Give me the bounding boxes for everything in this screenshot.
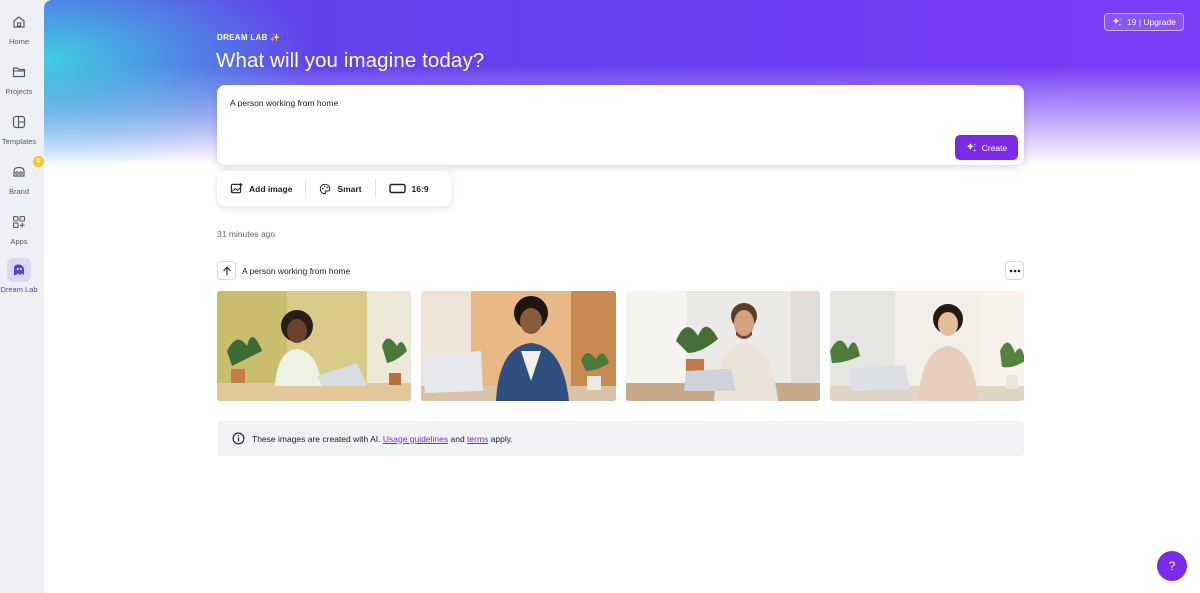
more-icon: [1009, 269, 1020, 272]
history-timestamp: 31 minutes ago: [217, 229, 276, 239]
main-panel: 19 | Upgrade DREAM LAB ✨ What will you i…: [44, 0, 1200, 593]
notice-text: These images are created with AI.: [252, 433, 381, 444]
add-image-button[interactable]: Add image: [217, 171, 305, 206]
upgrade-label: 19 | Upgrade: [1127, 17, 1176, 27]
notice-text: apply.: [490, 433, 513, 444]
result-prompt-text: A person working from home: [242, 266, 351, 276]
sidebar-item-label: Home: [8, 37, 29, 46]
terms-link[interactable]: terms: [467, 434, 488, 444]
result-header: A person working from home: [217, 261, 1024, 281]
style-label: Smart: [337, 183, 362, 194]
create-button[interactable]: Create: [955, 135, 1018, 160]
generated-image[interactable]: [217, 291, 412, 401]
info-icon: [232, 432, 245, 445]
upgrade-button[interactable]: 19 | Upgrade: [1104, 13, 1184, 31]
sidebar-item-label: Brand: [8, 187, 29, 196]
create-label: Create: [981, 142, 1008, 153]
arrow-up-icon: [222, 266, 231, 276]
aspect-ratio-icon: [388, 183, 406, 194]
generated-image-illustration: [421, 291, 616, 401]
sidebar-item-label: Apps: [10, 237, 28, 246]
notice-text: and: [450, 433, 465, 444]
add-image-label: Add image: [249, 183, 293, 194]
generated-image-illustration: [217, 291, 412, 401]
sidebar-item-home[interactable]: Home: [0, 10, 38, 46]
options-toolbar: Add image Smart 16:9: [217, 171, 451, 206]
ai-notice: These images are created with AI. Usage …: [217, 421, 1024, 456]
sidebar-item-label: Dream Lab: [0, 285, 38, 294]
style-button[interactable]: Smart: [306, 171, 374, 206]
generated-image[interactable]: [421, 291, 616, 401]
sidebar-item-brand[interactable]: ♛ Brand: [0, 156, 44, 196]
generated-images: [217, 291, 1024, 401]
reuse-prompt-button[interactable]: [217, 261, 236, 280]
apps-icon: [7, 210, 31, 234]
generated-image[interactable]: [829, 291, 1024, 401]
sparkle-icon: [1113, 18, 1121, 26]
generated-image-illustration: [829, 291, 1024, 401]
sidebar-item-label: Templates: [1, 137, 37, 146]
image-icon: [230, 182, 243, 194]
palette-icon: [320, 183, 331, 194]
aspect-ratio-button[interactable]: 16:9: [376, 171, 442, 206]
brand-icon: ♛: [7, 156, 44, 184]
section-eyebrow: DREAM LAB ✨: [217, 33, 281, 42]
folder-icon: [7, 60, 31, 84]
aspect-ratio-label: 16:9: [411, 183, 429, 194]
sidebar-item-label: Projects: [5, 87, 33, 96]
sidebar-item-dream-lab[interactable]: Dream Lab: [0, 258, 38, 294]
dream-lab-icon: [7, 258, 31, 282]
sidebar-item-apps[interactable]: Apps: [0, 210, 38, 246]
sidebar: Home Projects Templates ♛ Brand Apps Dre…: [0, 0, 44, 593]
crown-icon: ♛: [33, 156, 44, 167]
generated-image[interactable]: [625, 291, 820, 401]
more-options-button[interactable]: [1005, 261, 1024, 280]
sidebar-item-templates[interactable]: Templates: [0, 110, 38, 146]
templates-icon: [7, 110, 31, 134]
prompt-box: Create: [217, 85, 1024, 165]
generated-image-illustration: [625, 291, 820, 401]
sidebar-item-projects[interactable]: Projects: [0, 60, 38, 96]
help-button[interactable]: ?: [1157, 551, 1187, 581]
home-icon: [7, 10, 31, 34]
prompt-input[interactable]: [230, 98, 830, 108]
usage-guidelines-link[interactable]: Usage guidelines: [383, 434, 448, 444]
page-title: What will you imagine today?: [216, 49, 485, 72]
sparkle-icon: [966, 143, 976, 152]
